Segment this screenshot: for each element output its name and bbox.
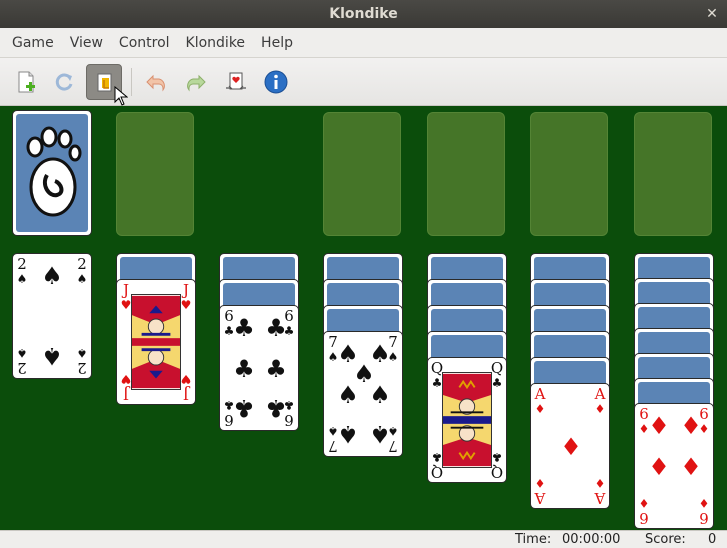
- redo-button[interactable]: [178, 64, 214, 100]
- menubar: Game View Control Klondike Help: [0, 28, 727, 58]
- card-pip: ♠: [41, 342, 63, 370]
- redo-icon: [187, 74, 206, 92]
- waste-slot[interactable]: [116, 112, 194, 236]
- card-corner: 2 ♠: [76, 255, 88, 287]
- card-pip: ♣: [233, 355, 255, 383]
- card-pip: ♠: [41, 262, 63, 290]
- score-label: Score:: [645, 532, 686, 547]
- card-corner: 2 ♠: [16, 255, 28, 287]
- card-ace-diamonds[interactable]: A ♦ A ♦ A ♦ A ♦ ♦: [530, 383, 610, 509]
- undo-icon: [146, 74, 165, 92]
- card-pip: ♣: [233, 314, 255, 342]
- info-icon: [264, 70, 288, 94]
- card-pip: ♣: [233, 394, 255, 422]
- mouse-cursor-icon: [114, 86, 128, 106]
- card-2-spades[interactable]: 2 ♠ 2 ♠ 2 ♠ 2 ♠ ♠ ♠: [12, 253, 92, 379]
- menu-game[interactable]: Game: [4, 28, 62, 58]
- menu-klondike[interactable]: Klondike: [178, 28, 254, 58]
- foundation-slot-3[interactable]: [530, 112, 608, 236]
- card-corner: 2 ♠: [76, 346, 88, 377]
- window-title: Klondike: [329, 6, 398, 22]
- toolbar: [0, 58, 727, 106]
- deal-button[interactable]: [218, 64, 254, 100]
- card-pip: ♦: [648, 453, 670, 481]
- restart-button[interactable]: [46, 64, 82, 100]
- card-6-diamonds[interactable]: 6 ♦ 6 ♦ 6 ♦ 6 ♦ ♦ ♦ ♦ ♦: [634, 403, 714, 529]
- card-6-clubs[interactable]: 6 ♣ 6 ♣ 6 ♣ 6 ♣ ♣ ♣ ♣ ♣ ♣ ♣: [219, 305, 299, 431]
- foundation-slot-4[interactable]: [634, 112, 712, 236]
- card-pip: ♦: [680, 412, 702, 440]
- card-pip: ♣: [265, 394, 287, 422]
- window-titlebar: Klondike ✕: [0, 0, 727, 28]
- card-pip: ♠: [337, 420, 359, 448]
- time-value: 00:00:00: [562, 532, 621, 547]
- card-queen-clubs[interactable]: Q ♣ Q ♣ Q ♣ Q ♣: [427, 357, 507, 483]
- gnome-foot-icon: [26, 126, 82, 217]
- menu-control[interactable]: Control: [111, 28, 178, 58]
- toolbar-separator: [131, 68, 132, 96]
- undo-button[interactable]: [138, 64, 174, 100]
- deal-icon: [226, 72, 246, 90]
- new-game-button[interactable]: [8, 64, 44, 100]
- card-pip: ♠: [369, 420, 391, 448]
- card-corner: 2 ♠: [16, 346, 28, 377]
- card-pip: ♣: [265, 355, 287, 383]
- jack-face-art: [131, 294, 181, 390]
- card-pip: ♠: [337, 381, 359, 409]
- info-button[interactable]: [258, 64, 294, 100]
- card-pip: ♦: [680, 453, 702, 481]
- statusbar: Time: 00:00:00 Score: 0: [0, 530, 727, 548]
- close-button[interactable]: ✕: [701, 3, 723, 25]
- menu-help[interactable]: Help: [253, 28, 301, 58]
- stock-pile[interactable]: [12, 110, 92, 236]
- menu-view[interactable]: View: [62, 28, 111, 58]
- card-pip: ♠: [369, 381, 391, 409]
- card-pip: ♣: [265, 314, 287, 342]
- card-7-spades[interactable]: 7 ♠ 7 ♠ 7 ♠ 7 ♠ ♠ ♠ ♠ ♠ ♠ ♠ ♠: [323, 331, 403, 457]
- card-pip: ♦: [648, 412, 670, 440]
- card-pip: ♦: [560, 433, 582, 461]
- restart-icon: [55, 73, 73, 91]
- time-label: Time:: [515, 532, 552, 547]
- score-value: 0: [708, 532, 717, 547]
- card-jack-hearts[interactable]: J ♥ J ♥ J ♥ J ♥: [116, 279, 196, 405]
- new-game-icon: [18, 71, 35, 93]
- foundation-slot-2[interactable]: [427, 112, 505, 236]
- foundation-slot-1[interactable]: [323, 112, 401, 236]
- queen-face-art: [442, 372, 492, 468]
- game-table[interactable]: 2 ♠ 2 ♠ 2 ♠ 2 ♠ ♠ ♠ J ♥ J ♥ J ♥ J ♥ 6 ♣ 6 ♣ 6 ♣ 6 ♣ …: [0, 106, 727, 530]
